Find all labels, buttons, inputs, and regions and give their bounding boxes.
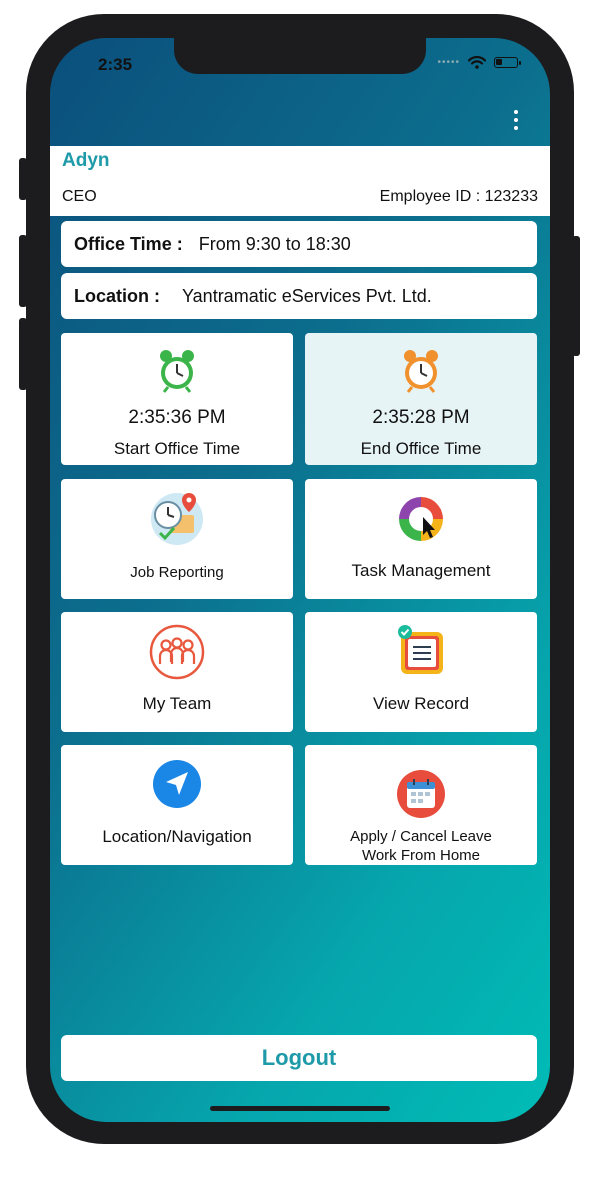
app-screen: 2:35 ••••• Adyn CEO Employee ID : 123233…: [50, 38, 550, 1122]
battery-icon: [494, 57, 521, 68]
location-navigation-tile[interactable]: Location/Navigation: [61, 745, 293, 865]
alarm-clock-green-icon: [160, 350, 194, 393]
office-time-value: From 9:30 to 18:30: [198, 233, 351, 254]
user-name: Adyn: [62, 150, 110, 171]
view-record-label: View Record: [372, 694, 470, 713]
status-time: 2:35: [98, 55, 133, 74]
location-card: Location : Yantramatic eServices Pvt. Lt…: [61, 273, 537, 319]
team-icon: [149, 624, 205, 680]
employee-id: Employee ID : 123233: [379, 188, 538, 205]
work-from-home-label: Work From Home: [361, 847, 481, 864]
job-reporting-label: Job Reporting: [130, 564, 224, 581]
profile-header: Adyn CEO Employee ID : 123233: [50, 146, 550, 216]
wifi-icon: [468, 56, 486, 69]
navigation-arrow-icon: [153, 760, 201, 808]
clipboard-icon: [398, 625, 443, 674]
end-time-value: 2:35:28 PM: [372, 407, 470, 428]
task-management-icon: [399, 497, 443, 541]
apply-cancel-leave-tile[interactable]: Apply / Cancel Leave Work From Home: [305, 745, 537, 865]
power-button: [572, 236, 580, 356]
location-navigation-label: Location/Navigation: [102, 827, 252, 846]
view-record-tile[interactable]: View Record: [305, 612, 537, 732]
office-time-card: Office Time : From 9:30 to 18:30: [61, 221, 537, 267]
location-value: Yantramatic eServices Pvt. Ltd.: [182, 285, 432, 306]
volume-up-button: [19, 235, 27, 307]
calendar-icon: [397, 770, 445, 818]
office-time-label: Office Time :: [74, 233, 183, 254]
logout-button[interactable]: Logout: [61, 1035, 537, 1081]
my-team-label: My Team: [142, 694, 212, 713]
alarm-clock-orange-icon: [404, 350, 438, 393]
home-indicator: [210, 1106, 390, 1111]
location-label: Location :: [74, 285, 160, 306]
status-icons: •••••: [437, 56, 521, 69]
start-office-time-label: Start Office Time: [113, 439, 241, 458]
my-team-tile[interactable]: My Team: [61, 612, 293, 732]
volume-down-button: [19, 318, 27, 390]
job-reporting-tile[interactable]: Job Reporting: [61, 479, 293, 599]
start-office-time-tile[interactable]: 2:35:36 PM Start Office Time: [61, 333, 293, 465]
more-menu-icon[interactable]: [512, 110, 520, 130]
end-office-time-tile[interactable]: 2:35:28 PM End Office Time: [305, 333, 537, 465]
end-office-time-label: End Office Time: [360, 439, 482, 458]
user-role: CEO: [62, 188, 97, 205]
apply-cancel-leave-label: Apply / Cancel Leave: [350, 828, 492, 845]
job-reporting-icon: [151, 493, 203, 545]
mute-switch: [19, 158, 27, 200]
signal-icon: •••••: [437, 57, 460, 68]
task-management-tile[interactable]: Task Management: [305, 479, 537, 599]
start-time-value: 2:35:36 PM: [128, 407, 226, 428]
task-management-label: Task Management: [351, 561, 491, 580]
notch: [174, 38, 426, 74]
